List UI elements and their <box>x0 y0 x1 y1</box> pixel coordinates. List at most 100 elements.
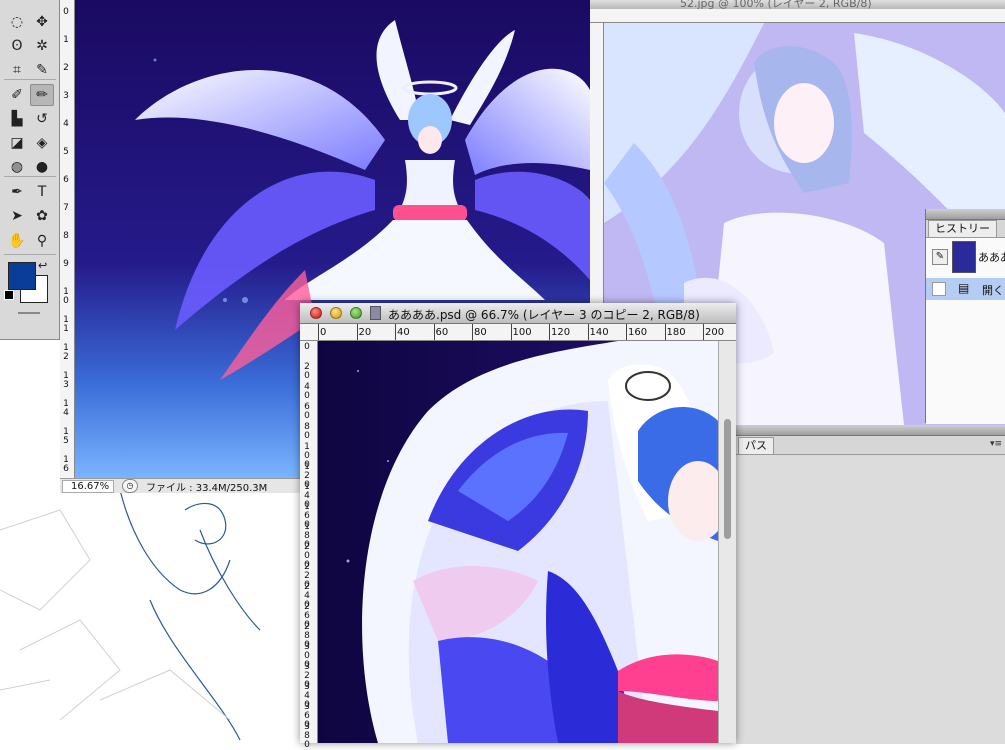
history-step-row[interactable]: ▤ 開く <box>926 278 1005 300</box>
eyedropper-icon: ✎ <box>36 62 48 78</box>
lasso-icon: ʘ <box>11 38 23 54</box>
dodge-tool-button[interactable]: ● <box>30 156 54 178</box>
ruler-tick-label: 80 <box>474 327 487 338</box>
ruler-tick-label: 1 2 <box>63 343 69 362</box>
zoom-level-field[interactable]: 16.67% <box>62 479 114 493</box>
eyedropper-tool-button[interactable]: ✎ <box>30 59 54 81</box>
type-tool-button[interactable]: T <box>30 181 54 203</box>
history-brush-tool-button[interactable]: ↺ <box>30 108 54 130</box>
ruler-tick-label: 6 0 <box>304 402 310 421</box>
ruler-tick-label: 4 <box>63 119 69 129</box>
ruler-tick-label: 120 <box>551 327 571 338</box>
panel-titlebar[interactable] <box>736 425 1005 436</box>
ruler-tick-mark <box>549 324 550 340</box>
custom-shape-tool-button[interactable]: ✿ <box>30 205 54 227</box>
panel-titlebar[interactable] <box>926 209 1005 220</box>
path-selection-icon: ➤ <box>11 208 23 224</box>
ruler-tick-label: 4 0 <box>304 382 310 401</box>
ruler-tick-label: 0 <box>63 7 69 17</box>
ruler-tick-label: 9 <box>63 259 69 269</box>
tool-separator <box>4 254 56 255</box>
spot-healing-tool-button[interactable]: ✐ <box>5 84 29 106</box>
tool-separator <box>4 176 56 177</box>
ruler-tick-mark <box>472 324 473 340</box>
ruler-tick-label: 8 <box>63 231 69 241</box>
tab-paths[interactable]: パス <box>738 437 774 454</box>
eraser-icon: ◪ <box>10 135 24 151</box>
foreground-color-swatch[interactable] <box>8 262 36 290</box>
zoom-icon: ⚲ <box>36 233 48 249</box>
pen-icon: ✒ <box>11 184 23 200</box>
history-snapshot-row[interactable]: ✎ ああああ <box>926 240 1005 274</box>
ruler-tick-mark <box>587 324 589 340</box>
hand-tool-button[interactable]: ✋ <box>5 230 29 252</box>
minimize-button[interactable] <box>330 307 342 319</box>
scrollbar-thumb[interactable] <box>724 419 731 539</box>
ruler-tick-label: 2 <box>63 63 69 73</box>
ruler-tick-label: 100 <box>512 327 532 338</box>
move-tool-button[interactable]: ✥ <box>30 11 54 33</box>
angel-closeup-canvas[interactable] <box>318 341 718 743</box>
history-panel[interactable]: ヒストリー ✎ ああああ ▤ 開く <box>925 209 1005 424</box>
default-colors-icon[interactable] <box>4 290 14 300</box>
blur-icon: ◍ <box>10 159 24 175</box>
history-brush-icon: ↺ <box>36 111 48 127</box>
zoom-tool-button[interactable]: ⚲ <box>30 230 54 252</box>
file-size-info: ファイル : 33.4M/250.3M <box>146 482 268 494</box>
lasso-tool-button[interactable]: ʘ <box>5 35 29 57</box>
snapshot-thumbnail <box>952 241 976 273</box>
blur-tool-button[interactable]: ◍ <box>5 156 29 178</box>
pen-tool-button[interactable]: ✒ <box>5 181 29 203</box>
magic-wand-tool-button[interactable]: ✲ <box>30 35 54 57</box>
quick-mask-button[interactable] <box>18 312 40 314</box>
ruler-tick-label: 1 <box>63 35 69 45</box>
clone-stamp-tool-button[interactable]: ▙ <box>5 108 29 130</box>
marquee-icon: ◌ <box>10 14 24 30</box>
ruler-tick-mark <box>433 324 435 340</box>
ruler-tick-mark <box>664 324 666 340</box>
ruler-tick-label: 8 0 <box>304 422 310 441</box>
window-title: ああああ.psd @ 66.7% (レイヤー 3 のコピー 2, RGB/8) <box>388 308 700 322</box>
ruler-tick-mark <box>626 324 627 340</box>
custom-shape-icon: ✿ <box>36 208 48 224</box>
brush-tool-button[interactable]: ✏ <box>30 84 54 106</box>
zoom-button[interactable] <box>350 307 362 319</box>
type-icon: T <box>37 184 47 200</box>
vertical-scrollbar[interactable] <box>718 341 736 743</box>
window-titlebar[interactable]: ああああ.psd @ 66.7% (レイヤー 3 のコピー 2, RGB/8) <box>300 303 736 324</box>
ruler-tick-mark <box>703 324 704 340</box>
ruler-tick-label: 2 0 <box>304 362 310 381</box>
ruler-tick-label: 5 <box>63 147 69 157</box>
marquee-tool-button[interactable]: ◌ <box>5 11 29 33</box>
ruler-tick-label: 6 <box>63 175 69 185</box>
path-selection-tool-button[interactable]: ➤ <box>5 205 29 227</box>
history-brush-source-icon[interactable]: ✎ <box>932 249 948 265</box>
ruler-tick-label: 160 <box>628 327 648 338</box>
ruler-tick-label: 1 4 <box>63 399 69 418</box>
ruler-tick-label: 1 5 <box>63 427 69 446</box>
panel-menu-icon[interactable]: ▾≡ <box>990 439 1002 449</box>
paint-bucket-tool-button[interactable]: ◈ <box>30 132 54 154</box>
history-step-checkbox[interactable] <box>932 282 946 296</box>
history-step-label: 開く <box>982 284 1004 297</box>
brush-icon: ✏ <box>36 87 48 103</box>
ruler-tick-label: 1 3 <box>63 371 69 390</box>
horizontal-ruler: 0 20 40 60 80 100 120 140 160 180 200 <box>300 324 736 341</box>
tab-history[interactable]: ヒストリー <box>928 220 997 237</box>
close-button[interactable] <box>310 307 322 319</box>
document-window-3[interactable]: ああああ.psd @ 66.7% (レイヤー 3 のコピー 2, RGB/8) … <box>300 303 736 750</box>
crop-tool-button[interactable]: ⌗ <box>5 59 29 81</box>
spot-healing-icon: ✐ <box>11 87 23 103</box>
status-menu-icon[interactable]: ◷ <box>122 479 138 493</box>
document-icon <box>370 306 381 320</box>
swap-colors-icon[interactable]: ↩ <box>38 259 47 272</box>
ruler-tick-label: 40 <box>397 327 410 338</box>
move-icon: ✥ <box>36 14 48 30</box>
tools-panel: ◌ ✥ ʘ ✲ ⌗ ✎ ✐ ✏ ▙ ↺ ◪ ◈ ◍ ● ✒ T ➤ ✿ ✋ ⚲ ↩ <box>0 0 60 340</box>
paths-panel[interactable]: パス ▾≡ <box>735 425 1005 744</box>
clone-stamp-icon: ▙ <box>11 111 23 127</box>
ruler-tick-label: 140 <box>589 327 609 338</box>
eraser-tool-button[interactable]: ◪ <box>5 132 29 154</box>
ruler-tick-label: 0 <box>320 327 327 338</box>
dodge-icon: ● <box>35 159 49 175</box>
